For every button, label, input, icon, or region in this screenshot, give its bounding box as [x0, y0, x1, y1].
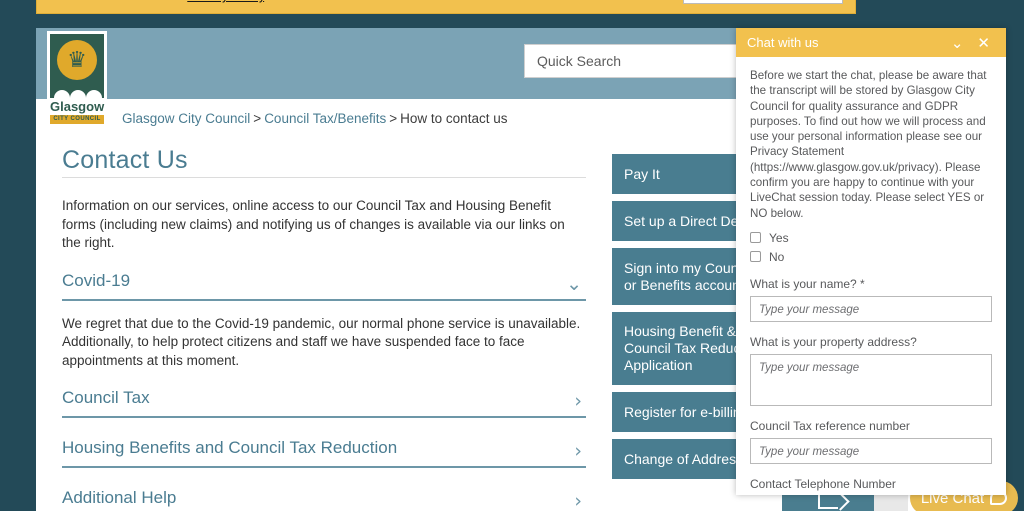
chevron-right-icon: ›: [574, 490, 582, 511]
accordion-label: Covid-19: [62, 270, 131, 290]
accordion-label: Council Tax: [62, 388, 150, 407]
chat-widget-body: Before we start the chat, please be awar…: [736, 57, 1006, 495]
logo-crest-icon: ♛: [67, 47, 87, 72]
chat-intro-text: Before we start the chat, please be awar…: [750, 69, 987, 220]
field-label-contact-telephone: Contact Telephone Number: [750, 476, 896, 491]
accordion-label: Additional Help: [62, 488, 177, 507]
consent-option-label: No: [769, 249, 785, 264]
accordion-header-additional-help[interactable]: Additional Help ›: [62, 488, 586, 511]
privacy-policy-link[interactable]: Privacy Policy: [187, 0, 264, 3]
consent-option-label: Yes: [769, 230, 789, 245]
breadcrumb-item-current: How to contact us: [400, 111, 508, 126]
left-column: Contact Us Information on our services, …: [62, 146, 586, 511]
cookie-banner-text-after: .: [264, 0, 267, 3]
logo-subtitle: CITY COUNCIL: [50, 115, 104, 124]
cookie-banner-text-before: To find out more see our: [49, 0, 187, 3]
chevron-down-icon: ⌄: [566, 272, 582, 295]
chevron-right-icon: ›: [574, 390, 582, 412]
close-icon[interactable]: ✕: [970, 34, 997, 52]
consent-option-yes[interactable]: Yes: [750, 231, 992, 245]
breadcrumb-separator: >: [389, 111, 398, 126]
accordion-label: Housing Benefits and Council Tax Reducti…: [62, 438, 398, 457]
field-label-property-address: What is your property address?: [750, 334, 917, 349]
breadcrumb-item-council-tax-benefits[interactable]: Council Tax/Benefits: [264, 111, 386, 126]
page-title: Contact Us: [62, 146, 188, 174]
chevron-down-icon[interactable]: ⌄: [944, 34, 971, 52]
consent-option-no[interactable]: No: [750, 250, 992, 264]
checkbox-icon[interactable]: [750, 232, 761, 244]
accordion-content-covid-19: We regret that due to the Covid-19 pande…: [62, 315, 581, 368]
chat-widget-title: Chat with us: [747, 35, 819, 50]
cookie-consent-banner: To find out more see our Privacy Policy.: [36, 0, 856, 14]
logo-notch: [54, 90, 70, 98]
accordion-header-housing-benefits[interactable]: Housing Benefits and Council Tax Reducti…: [62, 438, 586, 468]
chat-widget-header: Chat with us ⌄ ✕: [736, 28, 1006, 57]
field-label-name: What is your name? *: [750, 276, 865, 291]
logo-wordmark: Glasgow: [50, 99, 105, 114]
council-tax-reference-input[interactable]: Type your message: [750, 437, 992, 464]
field-label-council-tax-reference: Council Tax reference number: [750, 418, 910, 433]
breadcrumb-item-home[interactable]: Glasgow City Council: [122, 111, 250, 126]
chevron-right-icon: ›: [574, 440, 582, 462]
logo-notch: [86, 90, 102, 98]
intro-paragraph: Information on our services, online acce…: [62, 198, 565, 250]
chat-widget: Chat with us ⌄ ✕ Before we start the cha…: [736, 28, 1006, 495]
logo-shield: ♛: [50, 34, 104, 98]
property-address-input[interactable]: Type your message: [750, 353, 992, 406]
checkbox-icon[interactable]: [750, 251, 761, 263]
title-divider: [62, 177, 586, 178]
accordion-header-covid-19[interactable]: Covid-19 ⌄: [62, 271, 586, 301]
cookie-accept-button[interactable]: [683, 0, 843, 4]
logo-notch: [70, 90, 86, 98]
name-input[interactable]: Type your message: [750, 295, 992, 322]
breadcrumb-separator: >: [253, 111, 262, 126]
glasgow-city-council-logo[interactable]: ♛ Glasgow CITY COUNCIL: [47, 31, 107, 124]
accordion-header-council-tax[interactable]: Council Tax ›: [62, 388, 586, 418]
